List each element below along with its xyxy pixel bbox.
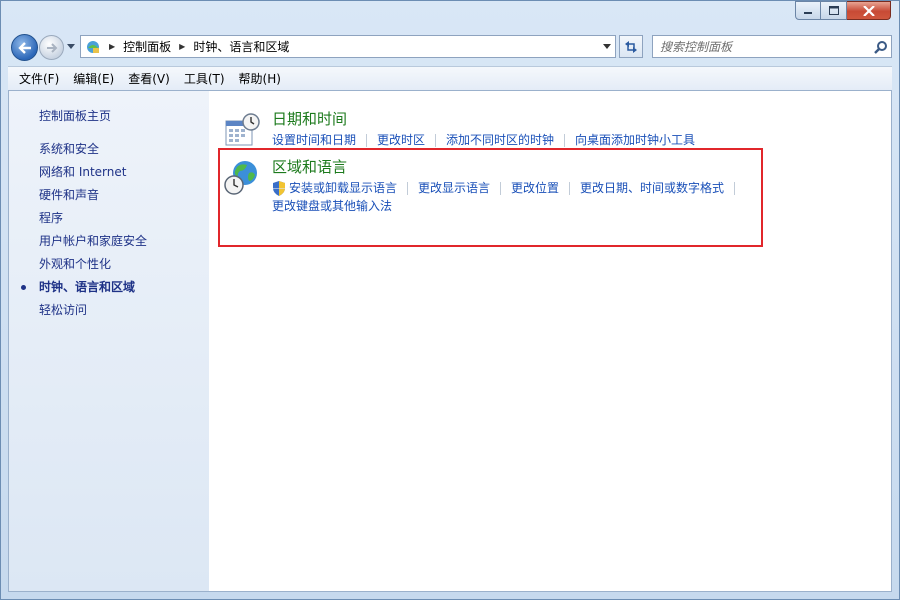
link-divider <box>734 181 736 195</box>
link-change-timezone[interactable]: 更改时区 <box>377 131 425 149</box>
calendar-clock-icon <box>225 113 260 146</box>
close-icon <box>862 5 875 16</box>
minimize-button[interactable] <box>795 1 821 20</box>
back-button[interactable] <box>11 34 38 61</box>
search-input[interactable] <box>653 36 871 57</box>
breadcrumb-chevron-icon: ▶ <box>109 42 116 51</box>
link-change-location[interactable]: 更改位置 <box>511 179 559 197</box>
link-divider <box>435 133 437 147</box>
link-divider <box>407 181 409 195</box>
link-divider <box>569 181 571 195</box>
sidebar-item-network[interactable]: 网络和 Internet <box>9 161 209 184</box>
breadcrumb-control-panel[interactable]: 控制面板 <box>123 38 171 55</box>
sidebar-item-clock-language-region[interactable]: 时钟、语言和区域 <box>9 276 209 299</box>
category-links: 设置时间和日期 更改时区 添加不同时区的时钟 向桌面添加时钟小工具 <box>272 131 783 149</box>
minimize-icon <box>804 11 812 14</box>
sidebar-item-system-security[interactable]: 系统和安全 <box>9 138 209 161</box>
menu-help[interactable]: 帮助(H) <box>232 70 288 87</box>
sidebar-item-ease-of-access[interactable]: 轻松访问 <box>9 299 209 322</box>
active-bullet-icon <box>21 285 26 290</box>
breadcrumb-chevron-icon[interactable]: ▶ <box>179 42 185 51</box>
uac-shield-icon <box>273 180 285 196</box>
category-title[interactable]: 区域和语言 <box>272 157 783 177</box>
category-body: 日期和时间 设置时间和日期 更改时区 添加不同时区的时钟 向桌面添加时钟小工具 <box>272 109 783 149</box>
address-dropdown-icon[interactable] <box>603 44 611 49</box>
link-install-display-language[interactable]: 安装或卸载显示语言 <box>272 179 397 197</box>
forward-button[interactable] <box>39 35 64 60</box>
menu-tools[interactable]: 工具(T) <box>177 70 232 87</box>
arrow-left-icon <box>17 41 31 54</box>
category-body: 区域和语言 安装或卸载显示语言 更改显示语言 更改位置 更改日期、时间或数字格式… <box>272 157 783 215</box>
control-panel-window: ▶ 控制面板 ▶ 时钟、语言和区域 文件(F) 编辑(E) 查看(V) 工具(T… <box>0 0 900 600</box>
control-panel-icon <box>87 40 99 53</box>
menu-view[interactable]: 查看(V) <box>121 70 177 87</box>
link-change-display-language[interactable]: 更改显示语言 <box>418 179 490 197</box>
navigation-bar: ▶ 控制面板 ▶ 时钟、语言和区域 <box>1 31 899 63</box>
category-links: 安装或卸载显示语言 更改显示语言 更改位置 更改日期、时间或数字格式 更改键盘或… <box>272 179 783 215</box>
sidebar: 控制面板主页 系统和安全 网络和 Internet 硬件和声音 程序 用户帐户和… <box>9 91 209 591</box>
search-box[interactable] <box>652 35 892 58</box>
link-add-clocks[interactable]: 添加不同时区的时钟 <box>446 131 554 149</box>
link-change-keyboards[interactable]: 更改键盘或其他输入法 <box>272 197 392 215</box>
breadcrumb-clock-language-region[interactable]: 时钟、语言和区域 <box>193 38 289 55</box>
menu-edit[interactable]: 编辑(E) <box>66 70 121 87</box>
maximize-icon <box>828 6 839 15</box>
link-label: 安装或卸载显示语言 <box>289 181 398 195</box>
address-bar[interactable]: ▶ 控制面板 ▶ 时钟、语言和区域 <box>80 35 616 58</box>
close-button[interactable] <box>847 1 891 20</box>
maximize-button[interactable] <box>821 1 847 20</box>
sidebar-item-label: 时钟、语言和区域 <box>39 280 136 294</box>
search-icon[interactable] <box>871 37 891 57</box>
sidebar-item-user-accounts[interactable]: 用户帐户和家庭安全 <box>9 230 209 253</box>
link-change-formats[interactable]: 更改日期、时间或数字格式 <box>580 179 724 197</box>
globe-clock-icon <box>224 161 257 195</box>
content-area: 控制面板主页 系统和安全 网络和 Internet 硬件和声音 程序 用户帐户和… <box>8 90 892 592</box>
sidebar-item-appearance[interactable]: 外观和个性化 <box>9 253 209 276</box>
refresh-icon <box>625 40 637 53</box>
link-divider <box>564 133 566 147</box>
menu-file[interactable]: 文件(F) <box>12 70 66 87</box>
sidebar-item-home[interactable]: 控制面板主页 <box>9 105 209 128</box>
link-divider <box>500 181 502 195</box>
caption-buttons <box>795 1 891 20</box>
arrow-right-icon <box>46 42 57 53</box>
refresh-button[interactable] <box>619 35 643 58</box>
main-panel: 日期和时间 设置时间和日期 更改时区 添加不同时区的时钟 向桌面添加时钟小工具 <box>209 91 891 591</box>
recent-pages-dropdown[interactable] <box>67 44 75 49</box>
link-set-time-date[interactable]: 设置时间和日期 <box>272 131 356 149</box>
category-title[interactable]: 日期和时间 <box>272 109 783 129</box>
sidebar-item-hardware-sound[interactable]: 硬件和声音 <box>9 184 209 207</box>
link-add-clock-gadget[interactable]: 向桌面添加时钟小工具 <box>575 131 695 149</box>
sidebar-item-programs[interactable]: 程序 <box>9 207 209 230</box>
link-divider <box>366 133 368 147</box>
menu-bar: 文件(F) 编辑(E) 查看(V) 工具(T) 帮助(H) <box>8 66 892 90</box>
